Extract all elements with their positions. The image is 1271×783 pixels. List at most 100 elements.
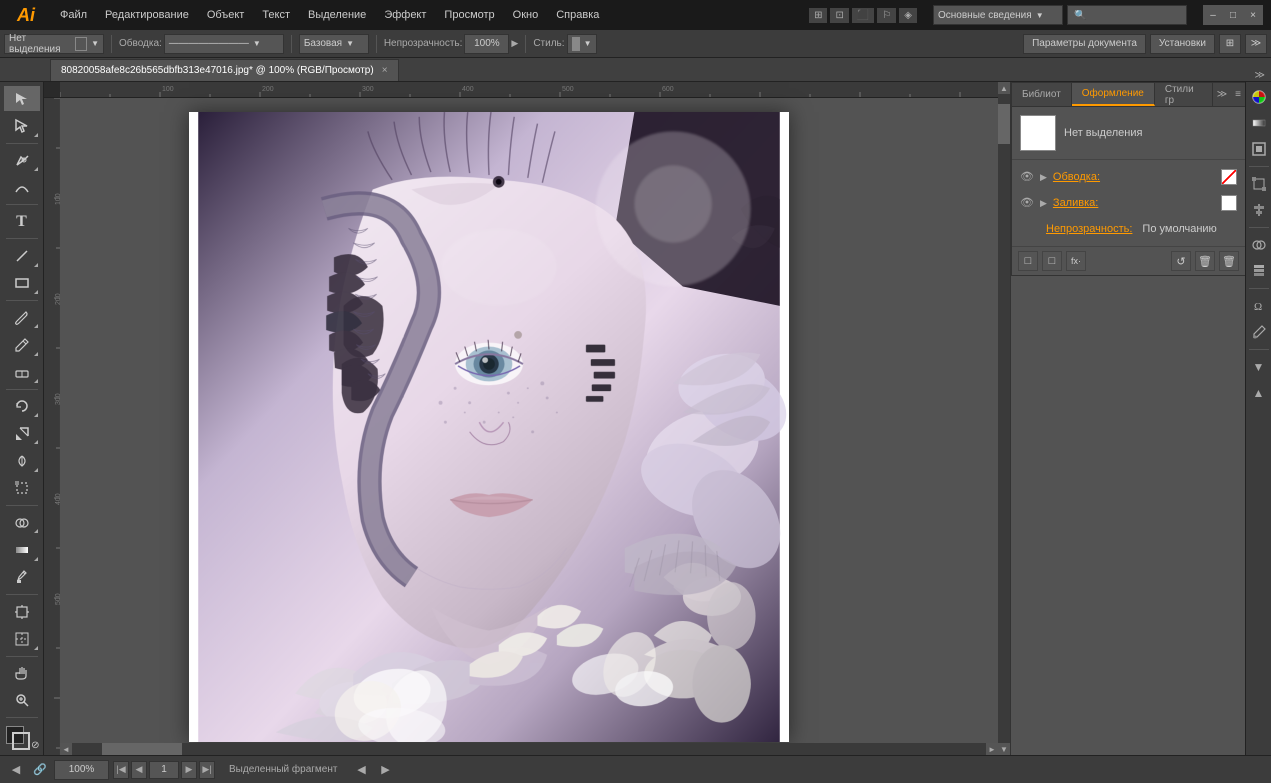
align-panel-icon[interactable]	[1248, 199, 1270, 221]
stroke-visibility-icon[interactable]: 👁	[1020, 170, 1034, 184]
pen-tool-btn[interactable]	[4, 148, 40, 173]
restore-button[interactable]: □	[1223, 5, 1243, 25]
document-tab[interactable]: 80820058afe8c26b565dbfb313e47016.jpg* @ …	[50, 59, 399, 81]
fx-btn[interactable]: fx·	[1066, 251, 1086, 271]
minimize-button[interactable]: –	[1203, 5, 1223, 25]
type-tool-btn[interactable]: T	[4, 209, 40, 234]
zoom-btn[interactable]	[4, 688, 40, 713]
tab-graphic-styles[interactable]: Стили гр	[1155, 83, 1213, 106]
free-transform-btn[interactable]	[4, 476, 40, 501]
next-page-btn[interactable]: ▶	[181, 761, 197, 779]
delete-item-btn[interactable]: 🗑	[1195, 251, 1215, 271]
menu-edit[interactable]: Редактирование	[97, 5, 197, 25]
mode-icon-2[interactable]: ⊡	[830, 8, 848, 23]
paintbrush-tool-btn[interactable]	[4, 305, 40, 330]
arrange-icon[interactable]: ⊞	[1219, 34, 1241, 54]
menu-file[interactable]: Файл	[52, 5, 95, 25]
stroke-label[interactable]: Обводка:	[1053, 171, 1100, 183]
artboard-prev-btn[interactable]: ◀	[6, 760, 26, 780]
down-arrow-icon[interactable]: ▼	[1248, 356, 1270, 378]
artboard-btn[interactable]	[4, 599, 40, 624]
first-page-btn[interactable]: |◀	[113, 761, 129, 779]
scroll-right-btn[interactable]: ►	[986, 743, 998, 755]
up-arrow-icon[interactable]: ▲	[1248, 382, 1270, 404]
prev-page-btn[interactable]: ◀	[131, 761, 147, 779]
fill-stroke-indicator[interactable]: ⊘	[4, 724, 40, 751]
menu-window[interactable]: Окно	[505, 5, 547, 25]
scroll-thumb[interactable]	[998, 104, 1010, 144]
scale-tool-btn[interactable]	[4, 421, 40, 446]
line-tool-btn[interactable]	[4, 243, 40, 268]
tab-close[interactable]: ×	[382, 65, 388, 76]
last-page-btn[interactable]: ▶|	[199, 761, 215, 779]
mode-icon-3[interactable]: ⬛	[852, 8, 874, 23]
panel-menu-btn[interactable]: ≡	[1231, 89, 1245, 100]
transform-panel-icon[interactable]	[1248, 173, 1270, 195]
pathfinder-panel-icon[interactable]	[1248, 234, 1270, 256]
menu-effect[interactable]: Эффект	[376, 5, 434, 25]
rectangle-tool-btn[interactable]	[4, 271, 40, 296]
delete-appearance-btn[interactable]: 🗑	[1219, 251, 1239, 271]
fill-visibility-icon[interactable]: 👁	[1020, 196, 1034, 210]
workspace-dropdown[interactable]: Основные сведения ▼	[933, 5, 1063, 25]
stroke-expand-arrow[interactable]: ▶	[1040, 172, 1047, 183]
curvature-tool-btn[interactable]	[4, 175, 40, 200]
opacity-input[interactable]	[464, 34, 509, 54]
scroll-down-btn[interactable]: ▼	[998, 743, 1010, 755]
eyedropper-btn[interactable]	[4, 565, 40, 590]
mode-icon-4[interactable]: ⚐	[877, 8, 896, 23]
expand-icon[interactable]: ≫	[1245, 34, 1267, 54]
stroke-dropdown[interactable]: ———————— ▼	[164, 34, 284, 54]
close-button[interactable]: ×	[1243, 5, 1263, 25]
gradient-panel-icon[interactable]	[1248, 112, 1270, 134]
undo-appearance-btn[interactable]: ↺	[1171, 251, 1191, 271]
status-next-btn[interactable]: ▶	[375, 760, 395, 780]
doc-params-button[interactable]: Параметры документа	[1023, 34, 1146, 54]
scroll-up-btn[interactable]: ▲	[998, 82, 1010, 94]
menu-text[interactable]: Текст	[254, 5, 298, 25]
search-input[interactable]	[1067, 5, 1187, 25]
tab-libraries[interactable]: Библиот	[1012, 83, 1072, 106]
opacity-expand[interactable]: ▶	[511, 38, 518, 49]
zoom-display[interactable]: 100%	[54, 760, 109, 780]
menu-view[interactable]: Просмотр	[436, 5, 502, 25]
scroll-left-btn[interactable]: ◄	[60, 743, 72, 755]
slice-btn[interactable]	[4, 626, 40, 651]
mode-icon-1[interactable]: ⊞	[809, 8, 827, 23]
shape-builder-btn[interactable]	[4, 510, 40, 535]
symbols-panel-icon[interactable]: Ω	[1248, 295, 1270, 317]
horizontal-scrollbar[interactable]: ◄ ►	[60, 743, 998, 755]
no-selection-swatch[interactable]	[1020, 115, 1056, 151]
layers-panel-icon[interactable]	[1248, 260, 1270, 282]
tab-appearance[interactable]: Оформление	[1072, 83, 1155, 106]
fill-swatch[interactable]	[1221, 195, 1237, 211]
eraser-tool-btn[interactable]	[4, 360, 40, 385]
stroke-style-dropdown[interactable]: Базовая ▼	[299, 34, 369, 54]
direct-select-tool-btn[interactable]	[4, 113, 40, 138]
fill-expand-arrow[interactable]: ▶	[1040, 198, 1047, 209]
rotate-tool-btn[interactable]	[4, 394, 40, 419]
menu-select[interactable]: Выделение	[300, 5, 374, 25]
brushes-panel-icon[interactable]	[1248, 321, 1270, 343]
hand-btn[interactable]	[4, 660, 40, 685]
panel-expand-btn[interactable]: ≫	[1213, 89, 1231, 100]
page-input[interactable]	[149, 761, 179, 779]
gradient-tool-btn[interactable]	[4, 537, 40, 562]
stroke-panel-icon[interactable]	[1248, 138, 1270, 160]
mode-icon-5[interactable]: ◈	[899, 8, 917, 23]
menu-help[interactable]: Справка	[548, 5, 607, 25]
style-dropdown[interactable]: ▼	[567, 34, 597, 54]
vertical-scrollbar[interactable]: ▲ ▼	[998, 82, 1010, 755]
warp-tool-btn[interactable]	[4, 448, 40, 473]
selection-dropdown[interactable]: Нет выделения ▼	[4, 34, 104, 54]
menu-object[interactable]: Объект	[199, 5, 252, 25]
pencil-tool-btn[interactable]	[4, 332, 40, 357]
select-tool-btn[interactable]	[4, 86, 40, 111]
artboard-link-btn[interactable]: 🔗	[30, 760, 50, 780]
opacity-row-label[interactable]: Непрозрачность:	[1046, 223, 1132, 235]
fill-label[interactable]: Заливка:	[1053, 197, 1098, 209]
add-fill-btn[interactable]: □	[1042, 251, 1062, 271]
color-icon-btn[interactable]	[1248, 86, 1270, 108]
setup-button[interactable]: Установки	[1150, 34, 1215, 54]
stroke-swatch[interactable]	[1221, 169, 1237, 185]
